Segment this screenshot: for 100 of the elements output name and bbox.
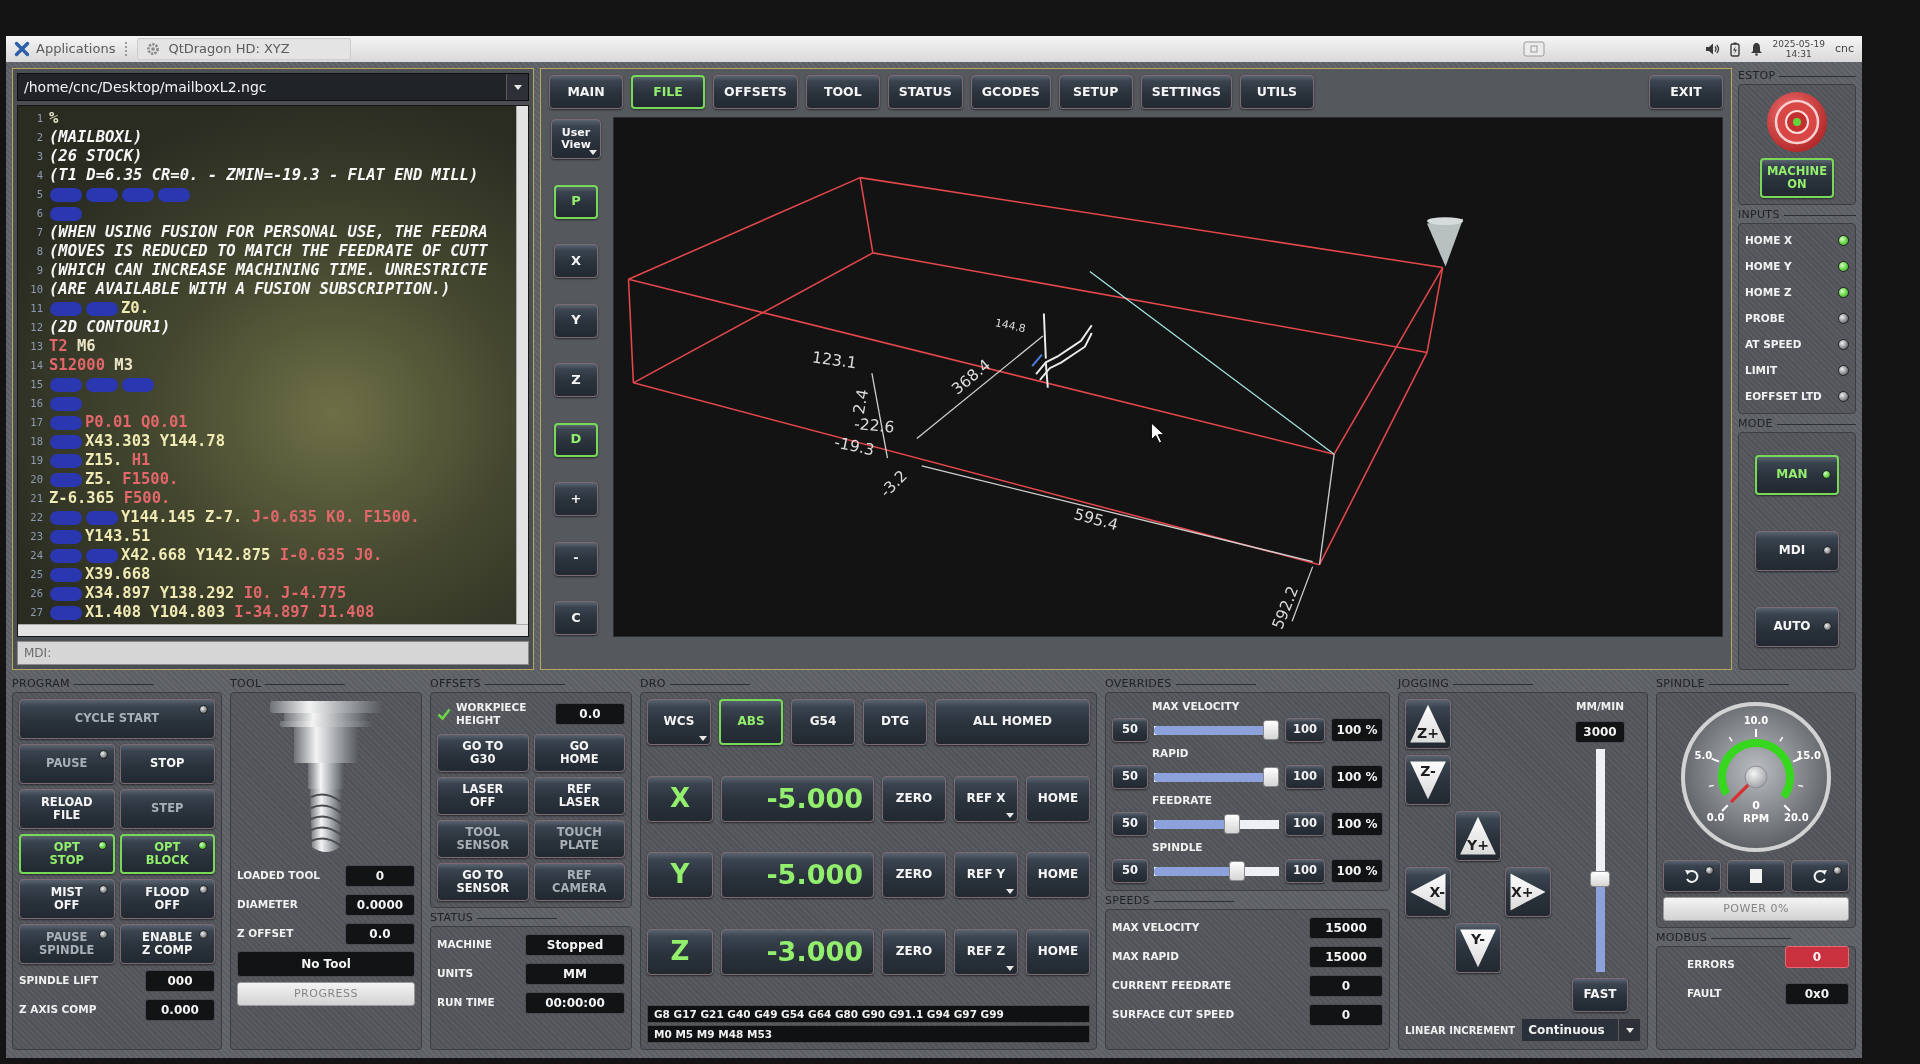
mode-button[interactable]: MAN	[1755, 454, 1839, 495]
dro-mode-button[interactable]: DTG	[863, 699, 927, 745]
program-button[interactable]: STOP	[119, 744, 215, 784]
section-title: TOOL	[230, 675, 262, 692]
jog-rate-slider[interactable]	[1590, 748, 1610, 972]
view-button[interactable]: P	[554, 184, 598, 219]
ref-button[interactable]: REF Z	[954, 928, 1018, 975]
zero-button[interactable]: ZERO	[882, 928, 946, 975]
zero-button[interactable]: ZERO	[882, 852, 946, 898]
min-override-button[interactable]: 50	[1112, 765, 1148, 789]
max-override-button[interactable]: 100	[1285, 859, 1325, 883]
max-override-button[interactable]: 100	[1285, 812, 1325, 836]
dro-mode-button[interactable]: WCS	[647, 699, 711, 745]
slider-thumb[interactable]	[1229, 861, 1246, 881]
offset-button[interactable]: REF LASER	[533, 777, 625, 815]
spindle-reverse-button[interactable]	[1663, 860, 1721, 892]
zero-button[interactable]: ZERO	[882, 775, 946, 822]
override-slider[interactable]	[1154, 719, 1279, 741]
machine-on-button[interactable]: MACHINE ON	[1760, 158, 1834, 198]
tab[interactable]: TOOL	[805, 75, 880, 109]
program-button[interactable]: FLOOD OFF	[119, 879, 215, 919]
speaker-icon[interactable]	[1704, 42, 1720, 56]
max-override-button[interactable]: 100	[1285, 765, 1325, 789]
home-button[interactable]: HOME	[1026, 928, 1090, 975]
slider-thumb[interactable]	[1263, 767, 1279, 787]
status-led	[199, 705, 208, 714]
dro-mode-button[interactable]: ABS	[719, 699, 783, 745]
input-label: HOME X	[1745, 232, 1793, 248]
tab[interactable]: SETUP	[1058, 75, 1133, 109]
jog-button[interactable]: Z-	[1405, 755, 1451, 805]
max-override-button[interactable]: 100	[1285, 718, 1325, 742]
tab[interactable]: MAIN	[549, 75, 623, 109]
override-slider[interactable]	[1154, 813, 1279, 835]
code-text: Y143.51	[85, 527, 151, 546]
view-button[interactable]: X	[554, 244, 598, 278]
vertical-scrollbar[interactable]	[516, 106, 528, 624]
spindle-stop-button[interactable]	[1727, 860, 1785, 892]
dro-mode-button[interactable]: G54	[791, 699, 855, 745]
bell-icon[interactable]	[1749, 42, 1763, 56]
home-button[interactable]: HOME	[1026, 852, 1090, 898]
slider-thumb[interactable]	[1223, 814, 1240, 834]
tab[interactable]: SETTINGS	[1140, 75, 1232, 109]
jog-button[interactable]: Z+	[1405, 699, 1451, 749]
window-button[interactable]: QtDragon HD: XYZ	[137, 38, 351, 60]
tab[interactable]: OFFSETS	[713, 75, 798, 109]
slider-thumb[interactable]	[1263, 720, 1279, 740]
stop-icon	[1750, 869, 1762, 883]
file-path-dropdown[interactable]: /home/cnc/Desktop/mailboxL2.ngc	[17, 73, 529, 101]
program-button[interactable]: ENABLE Z COMP	[119, 924, 215, 964]
tab[interactable]: STATUS	[887, 75, 963, 109]
view-button[interactable]: -	[554, 541, 598, 576]
mode-button[interactable]: AUTO	[1755, 607, 1839, 648]
horizontal-scrollbar[interactable]	[18, 624, 528, 636]
view-button[interactable]: User View	[551, 119, 601, 159]
applications-menu[interactable]: Applications	[14, 39, 116, 59]
mdi-input[interactable]: MDI:	[17, 641, 529, 665]
offset-button[interactable]: GO HOME	[533, 734, 625, 772]
dro-mode-button[interactable]: ALL HOMED	[935, 699, 1090, 745]
program-button[interactable]: MIST OFF	[19, 879, 115, 919]
min-override-button[interactable]: 50	[1112, 718, 1148, 742]
axis-button[interactable]: Y	[647, 852, 713, 898]
jog-button[interactable]: Y+	[1455, 811, 1501, 861]
fast-button[interactable]: FAST	[1572, 978, 1628, 1012]
program-button[interactable]: RELOAD FILE	[19, 789, 115, 829]
ref-button[interactable]: REF Y	[954, 852, 1018, 898]
jog-button[interactable]: Y-	[1455, 923, 1501, 973]
min-override-button[interactable]: 50	[1112, 812, 1148, 836]
jog-button[interactable]: X+	[1505, 867, 1551, 917]
tab[interactable]: GCODES	[970, 75, 1051, 109]
home-button[interactable]: HOME	[1026, 775, 1090, 822]
estop-button[interactable]	[1766, 91, 1828, 153]
override-slider[interactable]	[1154, 766, 1279, 788]
exit-button[interactable]: EXIT	[1649, 75, 1723, 109]
mode-button[interactable]: MDI	[1755, 531, 1839, 571]
field-label: RUN TIME	[437, 995, 495, 1011]
tab[interactable]: UTILS	[1240, 75, 1314, 109]
increment-dropdown[interactable]: Continuous	[1521, 1018, 1641, 1042]
axis-button[interactable]: X	[647, 775, 713, 822]
jog-button[interactable]: X-	[1405, 867, 1451, 917]
axis-button[interactable]: Z	[647, 928, 713, 975]
view-button[interactable]: +	[554, 482, 598, 516]
view-button[interactable]: Y	[554, 303, 598, 338]
battery-icon[interactable]	[1729, 41, 1740, 57]
view-button[interactable]: D	[554, 422, 598, 457]
view-button[interactable]: Z	[554, 363, 598, 397]
override-readout: 100 %	[1331, 718, 1383, 742]
offset-button[interactable]: GO TO G30	[437, 734, 529, 772]
ref-button[interactable]: REF X	[954, 775, 1018, 822]
min-override-button[interactable]: 50	[1112, 859, 1148, 883]
checkmark-icon[interactable]	[437, 707, 451, 721]
offset-button[interactable]: GO TO SENSOR	[437, 863, 529, 901]
spindle-forward-button[interactable]	[1791, 860, 1849, 892]
view-button[interactable]: C	[554, 601, 598, 635]
slider-thumb[interactable]	[1590, 871, 1610, 888]
tab[interactable]: FILE	[631, 75, 705, 109]
override-slider[interactable]	[1154, 860, 1279, 882]
program-button[interactable]: OPT STOP	[19, 834, 115, 874]
offset-button[interactable]: LASER OFF	[437, 777, 529, 815]
program-button[interactable]: OPT BLOCK	[119, 834, 215, 874]
readout: 0	[1309, 1004, 1383, 1026]
